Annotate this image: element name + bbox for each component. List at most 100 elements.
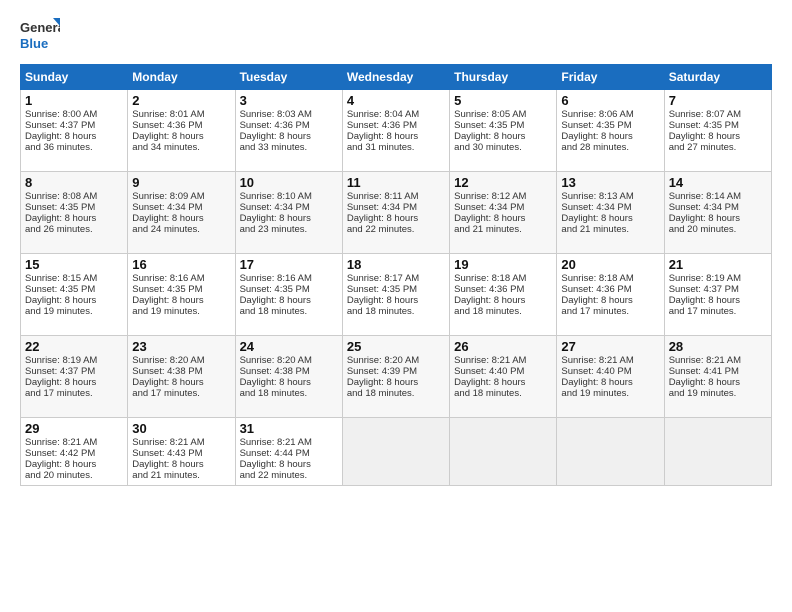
cell-line: and 21 minutes. <box>561 224 659 235</box>
calendar-cell <box>342 418 449 486</box>
cell-line: and 23 minutes. <box>240 224 338 235</box>
calendar-cell: 24Sunrise: 8:20 AMSunset: 4:38 PMDayligh… <box>235 336 342 418</box>
calendar-cell <box>450 418 557 486</box>
calendar-cell: 15Sunrise: 8:15 AMSunset: 4:35 PMDayligh… <box>21 254 128 336</box>
cell-line: Sunrise: 8:18 AM <box>454 273 552 284</box>
cell-line: and 31 minutes. <box>347 142 445 153</box>
cell-line: Daylight: 8 hours <box>561 213 659 224</box>
day-number: 9 <box>132 175 230 190</box>
cell-line: Sunset: 4:40 PM <box>561 366 659 377</box>
day-number: 20 <box>561 257 659 272</box>
cell-line: Sunrise: 8:09 AM <box>132 191 230 202</box>
cell-line: Sunrise: 8:16 AM <box>132 273 230 284</box>
calendar-cell: 27Sunrise: 8:21 AMSunset: 4:40 PMDayligh… <box>557 336 664 418</box>
calendar-cell: 1Sunrise: 8:00 AMSunset: 4:37 PMDaylight… <box>21 90 128 172</box>
day-number: 4 <box>347 93 445 108</box>
calendar-cell: 12Sunrise: 8:12 AMSunset: 4:34 PMDayligh… <box>450 172 557 254</box>
cell-line: Sunrise: 8:00 AM <box>25 109 123 120</box>
cell-line: and 19 minutes. <box>132 306 230 317</box>
cell-line: and 20 minutes. <box>25 470 123 481</box>
cell-line: Sunrise: 8:06 AM <box>561 109 659 120</box>
cell-line: Daylight: 8 hours <box>240 459 338 470</box>
cell-line: and 18 minutes. <box>240 306 338 317</box>
cell-line: and 18 minutes. <box>454 388 552 399</box>
cell-line: and 17 minutes. <box>669 306 767 317</box>
calendar-cell: 18Sunrise: 8:17 AMSunset: 4:35 PMDayligh… <box>342 254 449 336</box>
calendar-cell: 6Sunrise: 8:06 AMSunset: 4:35 PMDaylight… <box>557 90 664 172</box>
day-number: 16 <box>132 257 230 272</box>
cell-line: Sunrise: 8:19 AM <box>669 273 767 284</box>
cell-line: Sunrise: 8:21 AM <box>240 437 338 448</box>
cell-line: and 19 minutes. <box>561 388 659 399</box>
calendar-cell: 23Sunrise: 8:20 AMSunset: 4:38 PMDayligh… <box>128 336 235 418</box>
cell-line: Sunset: 4:35 PM <box>669 120 767 131</box>
calendar-cell: 28Sunrise: 8:21 AMSunset: 4:41 PMDayligh… <box>664 336 771 418</box>
cell-line: Sunset: 4:38 PM <box>132 366 230 377</box>
cell-line: and 18 minutes. <box>240 388 338 399</box>
day-number: 6 <box>561 93 659 108</box>
cell-line: Sunrise: 8:04 AM <box>347 109 445 120</box>
cell-line: and 26 minutes. <box>25 224 123 235</box>
day-number: 13 <box>561 175 659 190</box>
cell-line: Daylight: 8 hours <box>240 295 338 306</box>
cell-line: Sunset: 4:38 PM <box>240 366 338 377</box>
day-of-week-wednesday: Wednesday <box>342 65 449 90</box>
cell-line: and 18 minutes. <box>347 306 445 317</box>
cell-line: Sunrise: 8:21 AM <box>454 355 552 366</box>
cell-line: Daylight: 8 hours <box>132 459 230 470</box>
cell-line: Sunrise: 8:08 AM <box>25 191 123 202</box>
calendar-cell: 25Sunrise: 8:20 AMSunset: 4:39 PMDayligh… <box>342 336 449 418</box>
cell-line: and 17 minutes. <box>25 388 123 399</box>
calendar-cell: 9Sunrise: 8:09 AMSunset: 4:34 PMDaylight… <box>128 172 235 254</box>
day-number: 1 <box>25 93 123 108</box>
cell-line: Sunset: 4:36 PM <box>132 120 230 131</box>
cell-line: Daylight: 8 hours <box>454 377 552 388</box>
cell-line: Daylight: 8 hours <box>561 295 659 306</box>
cell-line: Daylight: 8 hours <box>132 213 230 224</box>
cell-line: and 27 minutes. <box>669 142 767 153</box>
cell-line: Sunset: 4:36 PM <box>454 284 552 295</box>
cell-line: Sunset: 4:40 PM <box>454 366 552 377</box>
day-number: 11 <box>347 175 445 190</box>
cell-line: Daylight: 8 hours <box>561 131 659 142</box>
cell-line: and 33 minutes. <box>240 142 338 153</box>
calendar-cell <box>664 418 771 486</box>
day-number: 18 <box>347 257 445 272</box>
cell-line: Sunrise: 8:21 AM <box>561 355 659 366</box>
cell-line: Sunset: 4:39 PM <box>347 366 445 377</box>
cell-line: Sunrise: 8:01 AM <box>132 109 230 120</box>
calendar-cell: 26Sunrise: 8:21 AMSunset: 4:40 PMDayligh… <box>450 336 557 418</box>
calendar-cell: 22Sunrise: 8:19 AMSunset: 4:37 PMDayligh… <box>21 336 128 418</box>
day-number: 27 <box>561 339 659 354</box>
cell-line: Daylight: 8 hours <box>132 131 230 142</box>
cell-line: Daylight: 8 hours <box>454 213 552 224</box>
calendar-cell: 10Sunrise: 8:10 AMSunset: 4:34 PMDayligh… <box>235 172 342 254</box>
day-number: 5 <box>454 93 552 108</box>
day-number: 30 <box>132 421 230 436</box>
calendar-cell: 31Sunrise: 8:21 AMSunset: 4:44 PMDayligh… <box>235 418 342 486</box>
day-number: 25 <box>347 339 445 354</box>
cell-line: and 17 minutes. <box>561 306 659 317</box>
cell-line: Daylight: 8 hours <box>25 295 123 306</box>
cell-line: Sunrise: 8:10 AM <box>240 191 338 202</box>
cell-line: and 18 minutes. <box>454 306 552 317</box>
calendar-cell: 2Sunrise: 8:01 AMSunset: 4:36 PMDaylight… <box>128 90 235 172</box>
calendar-cell: 13Sunrise: 8:13 AMSunset: 4:34 PMDayligh… <box>557 172 664 254</box>
cell-line: Sunrise: 8:07 AM <box>669 109 767 120</box>
calendar-cell: 21Sunrise: 8:19 AMSunset: 4:37 PMDayligh… <box>664 254 771 336</box>
cell-line: Daylight: 8 hours <box>561 377 659 388</box>
cell-line: Sunset: 4:36 PM <box>347 120 445 131</box>
day-number: 24 <box>240 339 338 354</box>
cell-line: Sunset: 4:35 PM <box>454 120 552 131</box>
cell-line: Daylight: 8 hours <box>669 213 767 224</box>
calendar-cell: 5Sunrise: 8:05 AMSunset: 4:35 PMDaylight… <box>450 90 557 172</box>
cell-line: Daylight: 8 hours <box>25 131 123 142</box>
cell-line: Sunset: 4:44 PM <box>240 448 338 459</box>
day-number: 19 <box>454 257 552 272</box>
day-of-week-tuesday: Tuesday <box>235 65 342 90</box>
cell-line: Sunrise: 8:21 AM <box>25 437 123 448</box>
day-number: 28 <box>669 339 767 354</box>
calendar-cell: 29Sunrise: 8:21 AMSunset: 4:42 PMDayligh… <box>21 418 128 486</box>
day-number: 17 <box>240 257 338 272</box>
cell-line: Sunset: 4:36 PM <box>561 284 659 295</box>
